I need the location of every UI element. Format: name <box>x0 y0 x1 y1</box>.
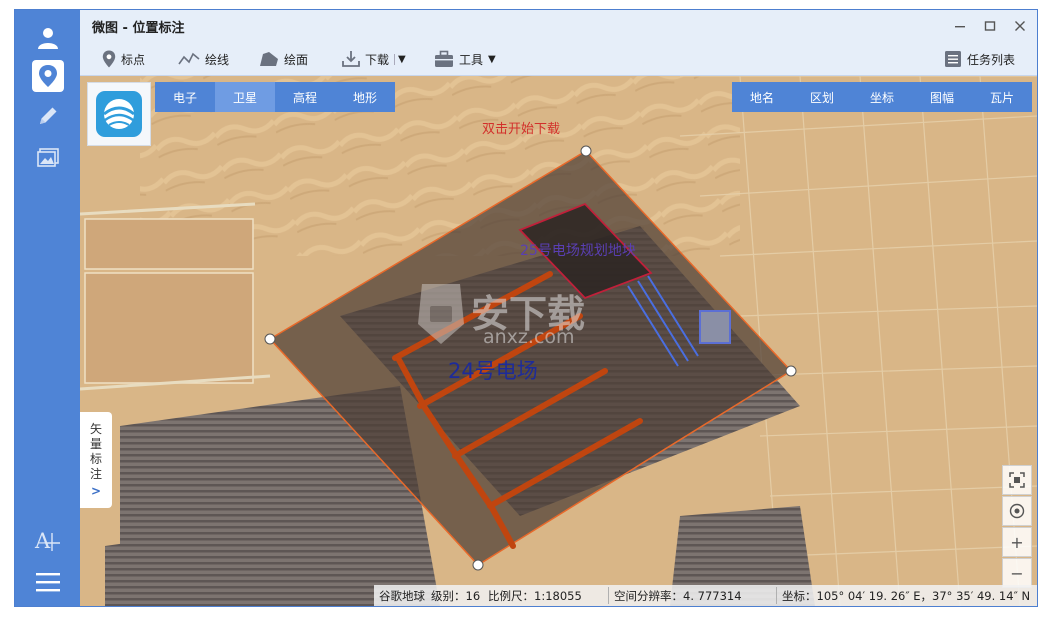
svg-text:A: A <box>34 529 51 553</box>
status-level: 级别：16 <box>431 589 481 603</box>
plot-label[interactable]: 25号电场规划地块 <box>520 240 636 260</box>
pencil-icon[interactable] <box>32 100 64 132</box>
toolbox-icon <box>435 50 453 67</box>
overlay-tabs: 地名 区划 坐标 图幅 瓦片 <box>732 82 1032 112</box>
map-type-tab-3[interactable]: 地形 <box>335 82 395 112</box>
left-rail: A <box>15 10 80 606</box>
zoom-in-button[interactable]: + <box>1002 527 1032 557</box>
status-separator <box>776 587 777 604</box>
download-dropdown-icon[interactable]: ▼ <box>394 53 406 65</box>
fullscreen-icon[interactable] <box>1002 465 1032 495</box>
maximize-button[interactable] <box>976 14 1004 38</box>
overlay-tab-4[interactable]: 瓦片 <box>972 82 1032 112</box>
overlay-tab-2[interactable]: 坐标 <box>852 82 912 112</box>
menu-icon[interactable] <box>32 566 64 598</box>
status-scale: 比例尺：1:18055 <box>488 589 582 603</box>
user-icon[interactable] <box>32 22 64 54</box>
minimize-button[interactable] <box>946 14 974 38</box>
app-window: A 微图 - 位置标注 标点 绘线 绘面 下载 ▼ 工具 ▼ 任务列表 电子 卫… <box>14 9 1038 607</box>
draw-line-label: 绘线 <box>205 52 230 67</box>
draw-line-tool[interactable]: 绘线 <box>178 48 229 70</box>
location-marker-icon[interactable] <box>32 60 64 92</box>
overlay-tab-3[interactable]: 图幅 <box>912 82 972 112</box>
tools-label: 工具 <box>459 52 484 67</box>
vector-panel-char: 量 <box>89 436 102 451</box>
toolbar: 标点 绘线 绘面 下载 ▼ 工具 ▼ 任务列表 <box>80 42 1037 76</box>
mark-point-label: 标点 <box>121 52 146 67</box>
locate-icon[interactable] <box>1002 496 1032 526</box>
map-type-tab-2[interactable]: 高程 <box>275 82 335 112</box>
status-separator <box>608 587 609 604</box>
status-coordinates: 坐标：105° 04′ 19. 26″ E，37° 35′ 49. 14″ N <box>782 589 1031 603</box>
overlay-tab-1[interactable]: 区划 <box>792 82 852 112</box>
watermark-url: anxz.com <box>483 326 575 348</box>
map-pin-icon <box>102 50 116 68</box>
map-type-tab-1[interactable]: 卫星 <box>215 82 275 112</box>
field-label[interactable]: 24号电场 <box>448 355 538 385</box>
image-gallery-icon[interactable] <box>32 142 64 174</box>
title-bar: 微图 - 位置标注 <box>80 10 1037 42</box>
vector-panel-char: 矢 <box>89 421 102 436</box>
map-type-tabs: 电子 卫星 高程 地形 <box>155 82 395 112</box>
draw-area-tool[interactable]: 绘面 <box>259 48 308 70</box>
status-resolution: 空间分辨率：4. 777314 <box>614 589 742 603</box>
vector-panel-char: 标 <box>89 451 102 466</box>
close-button[interactable] <box>1006 14 1034 38</box>
globe-logo-icon <box>96 91 142 137</box>
download-label: 下载 <box>365 52 390 67</box>
vector-panel-char: 注 <box>89 466 102 481</box>
download-tool[interactable]: 下载 ▼ <box>342 48 406 70</box>
zoom-out-button[interactable]: − <box>1002 558 1032 588</box>
window-title: 微图 - 位置标注 <box>92 21 185 36</box>
status-bar: 谷歌地球 级别：16 比例尺：1:18055 空间分辨率：4. 777314 坐… <box>374 585 1037 606</box>
mark-point-tool[interactable]: 标点 <box>102 48 145 70</box>
draw-area-label: 绘面 <box>284 52 309 67</box>
polyline-icon <box>178 52 200 65</box>
task-list-label: 任务列表 <box>967 52 1016 67</box>
app-logo <box>87 82 151 146</box>
tools-dropdown-icon: ▼ <box>488 53 496 65</box>
vector-annotation-panel[interactable]: 矢 量 标 注 > <box>80 412 112 508</box>
expand-arrow-icon[interactable]: > <box>91 484 101 499</box>
list-icon <box>945 51 961 67</box>
tools-menu[interactable]: 工具 ▼ <box>434 48 496 70</box>
polygon-icon <box>260 52 278 66</box>
overlay-tab-0[interactable]: 地名 <box>732 82 792 112</box>
task-list-button[interactable]: 任务列表 <box>944 48 1015 70</box>
download-icon <box>342 51 360 67</box>
status-source: 谷歌地球 <box>379 589 425 603</box>
map-type-tab-0[interactable]: 电子 <box>155 82 215 112</box>
text-annotation-icon[interactable]: A <box>32 524 64 556</box>
download-hint: 双击开始下载 <box>482 122 561 137</box>
map-view[interactable]: 电子 卫星 高程 地形 地名 区划 坐标 图幅 瓦片 双击开始下载 25号电场规划地块 24号… <box>80 76 1037 606</box>
